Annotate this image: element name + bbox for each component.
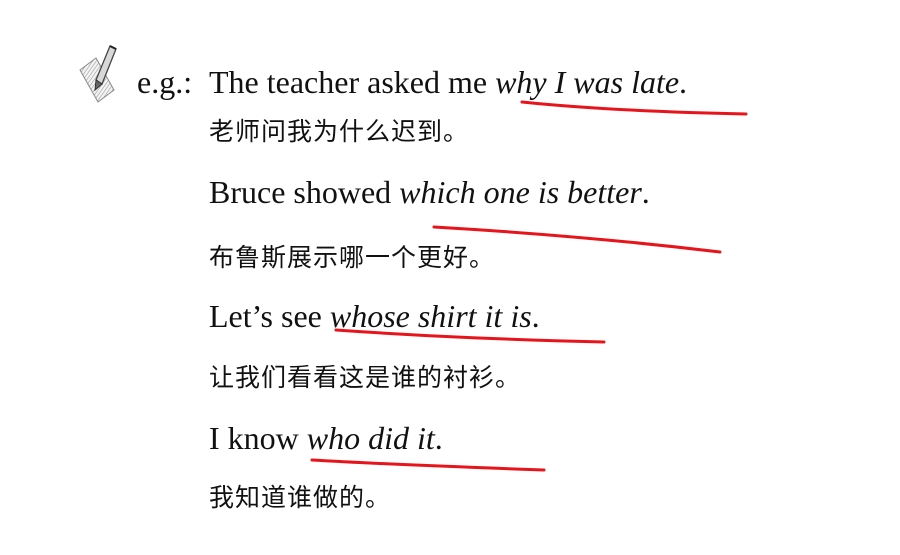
example-label: e.g.: (137, 64, 193, 100)
example-translation-3: 让我们看看这是谁的衬衫。 (209, 363, 522, 392)
sentence-clause: whose shirt it is (329, 298, 532, 334)
sentence-prefix: The teacher asked me (209, 64, 496, 100)
example-translation-4: 我知道谁做的。 (209, 483, 392, 512)
sentence-clause: who did it (306, 420, 435, 456)
sentence-prefix: I know (209, 420, 307, 456)
sentence-prefix: Bruce showed (209, 174, 400, 210)
example-sentence-2: Bruce showed which one is better. (209, 172, 650, 212)
pencil-icon (79, 45, 117, 103)
example-sentence-4: I know who did it. (209, 418, 443, 458)
sentence-period: . (641, 174, 650, 210)
example-sentence-1: The teacher asked me why I was late. (209, 62, 687, 102)
example-sentence-3: Let’s see whose shirt it is. (209, 296, 540, 336)
red-underline-4 (310, 458, 546, 472)
sentence-period: . (531, 298, 540, 334)
example-page: e.g.: The teacher asked me why I was lat… (0, 0, 900, 555)
example-translation-2: 布鲁斯展示哪一个更好。 (209, 243, 496, 272)
sentence-prefix: Let’s see (209, 298, 330, 334)
example-translation-1: 老师问我为什么迟到。 (209, 117, 470, 146)
sentence-clause: why I was late (495, 64, 680, 100)
sentence-period: . (679, 64, 688, 100)
red-underline-1 (520, 100, 748, 116)
sentence-clause: which one is better (399, 174, 642, 210)
sentence-period: . (434, 420, 443, 456)
